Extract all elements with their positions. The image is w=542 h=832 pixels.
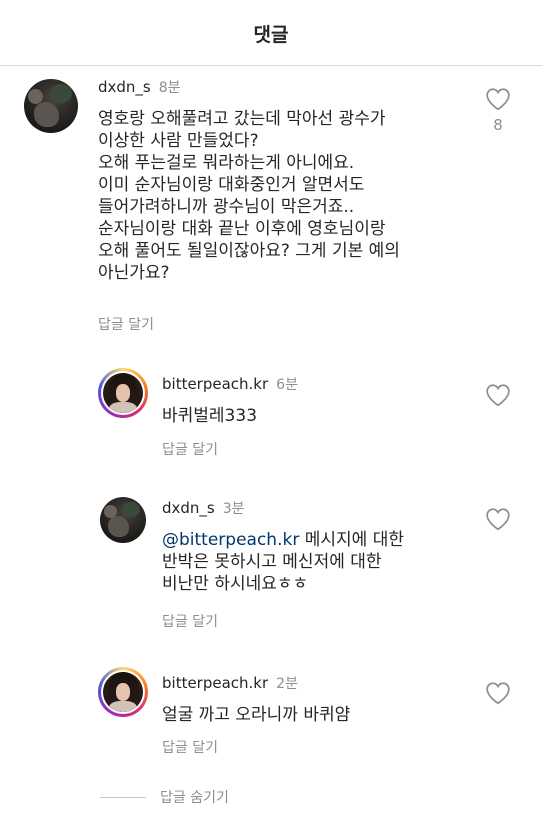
comment-meta: bitterpeach.kr 2분: [162, 673, 298, 693]
divider-line: [100, 796, 146, 798]
reply-button[interactable]: 답글 달기: [162, 737, 218, 757]
reply-item: bitterpeach.kr 2분 얼굴 까고 오라니까 바퀴얌 답글 달기: [0, 0, 542, 760]
comment-username[interactable]: bitterpeach.kr: [162, 674, 268, 692]
hide-replies-label: 답글 숨기기: [160, 790, 229, 806]
hide-replies-button[interactable]: 답글 숨기기: [100, 787, 229, 807]
comment-time: 2분: [276, 676, 298, 692]
avatar[interactable]: [98, 667, 148, 717]
comment-text: 얼굴 까고 오라니까 바퀴얌: [162, 705, 351, 725]
heart-outline-icon[interactable]: [485, 681, 511, 705]
